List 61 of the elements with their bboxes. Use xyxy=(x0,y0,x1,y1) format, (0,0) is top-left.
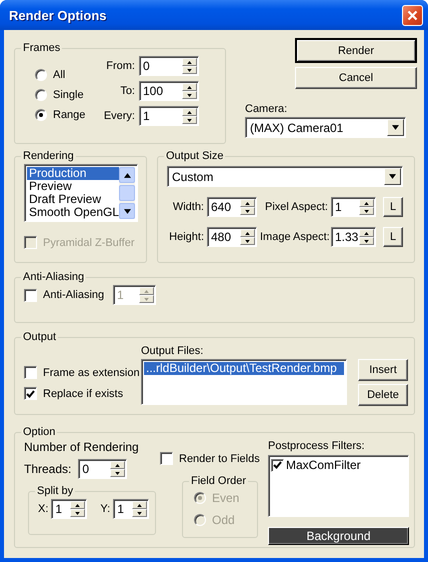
list-item[interactable]: ...rldBuilder\Output\TestRender.bmp xyxy=(144,362,344,375)
checkbox-label: Frame as extension xyxy=(43,366,140,378)
spinner-field[interactable]: 1 xyxy=(331,197,376,217)
camera-label: Camera: xyxy=(245,103,288,115)
spinner-field[interactable]: 1.33 xyxy=(331,227,376,247)
group-title: Output Size xyxy=(165,150,224,162)
field-label: Width: xyxy=(172,201,204,213)
field-label: Image Aspect: xyxy=(260,231,328,243)
filters-list[interactable]: MaxComFilter xyxy=(268,455,409,517)
checkbox-label: Replace if exists xyxy=(43,388,124,400)
group-title: Field Order xyxy=(190,475,248,487)
filters-label: Postprocess Filters: xyxy=(268,440,366,452)
group-title: Anti-Aliasing xyxy=(22,271,86,283)
spinner-field[interactable]: 100 xyxy=(139,81,199,101)
field-label: Threads: xyxy=(24,462,72,476)
spinner-field[interactable]: 480 xyxy=(207,227,257,247)
field-label: From: xyxy=(105,60,135,72)
group-title: Option xyxy=(22,426,56,438)
field-label: Y: xyxy=(100,503,110,515)
spinner-field[interactable]: 0 xyxy=(139,56,199,76)
radio-label: Single xyxy=(53,89,84,101)
radio-label: Odd xyxy=(212,513,235,527)
group-title: Rendering xyxy=(22,150,75,162)
size-preset-dropdown[interactable]: Custom xyxy=(167,166,403,187)
lock-button[interactable]: L xyxy=(383,197,403,217)
group-title: Split by xyxy=(36,485,74,497)
field-label: To: xyxy=(119,85,135,97)
list-item[interactable]: Production xyxy=(27,167,119,180)
group-title: Frames xyxy=(22,42,62,54)
spinner-field[interactable]: 640 xyxy=(207,197,257,217)
spinner-field[interactable]: 1 xyxy=(113,499,150,519)
output-files-list[interactable]: ...rldBuilder\Output\TestRender.bmp xyxy=(141,359,347,405)
threads-intro: Number of Rendering xyxy=(24,440,140,454)
dialog-button[interactable]: Render xyxy=(295,38,417,63)
field-label: Height: xyxy=(168,231,204,243)
dialog-button[interactable]: Insert xyxy=(358,359,408,381)
radio-label: Range xyxy=(53,109,86,121)
spinner-field[interactable]: 1 xyxy=(139,106,199,126)
renderer-list[interactable]: Production Preview Draft Preview Smooth OpenGL xyxy=(24,164,138,222)
field-label: Every: xyxy=(102,110,135,122)
radio-label: All xyxy=(53,69,66,81)
spinner-field[interactable]: 1 xyxy=(51,499,88,519)
list-item[interactable]: MaxComFilter xyxy=(286,458,361,472)
field-label: Pixel Aspect: xyxy=(264,201,328,213)
checkbox-label: Render to Fields xyxy=(179,452,260,464)
checkbox-label: Pyramidal Z-Buffer xyxy=(43,236,134,248)
dialog-button[interactable]: Delete xyxy=(358,384,408,406)
spinner-field[interactable]: 0 xyxy=(78,459,128,479)
radio-label: Even xyxy=(212,491,240,505)
list-item[interactable]: Smooth OpenGL xyxy=(27,206,119,219)
background-button[interactable]: Background xyxy=(268,527,409,545)
lock-button[interactable]: L xyxy=(383,227,403,247)
dialog-button[interactable]: Cancel xyxy=(295,67,417,89)
list-item[interactable]: Preview xyxy=(27,180,119,193)
camera-dropdown[interactable]: (MAX) Camera01 xyxy=(245,117,406,138)
window-title: Render Options xyxy=(9,8,107,22)
files-label: Output Files: xyxy=(141,345,204,357)
checkbox-label: Anti-Aliasing xyxy=(43,289,106,301)
field-label: X: xyxy=(38,503,48,515)
list-item[interactable]: Draft Preview xyxy=(27,193,119,206)
group-title: Output xyxy=(22,331,58,343)
